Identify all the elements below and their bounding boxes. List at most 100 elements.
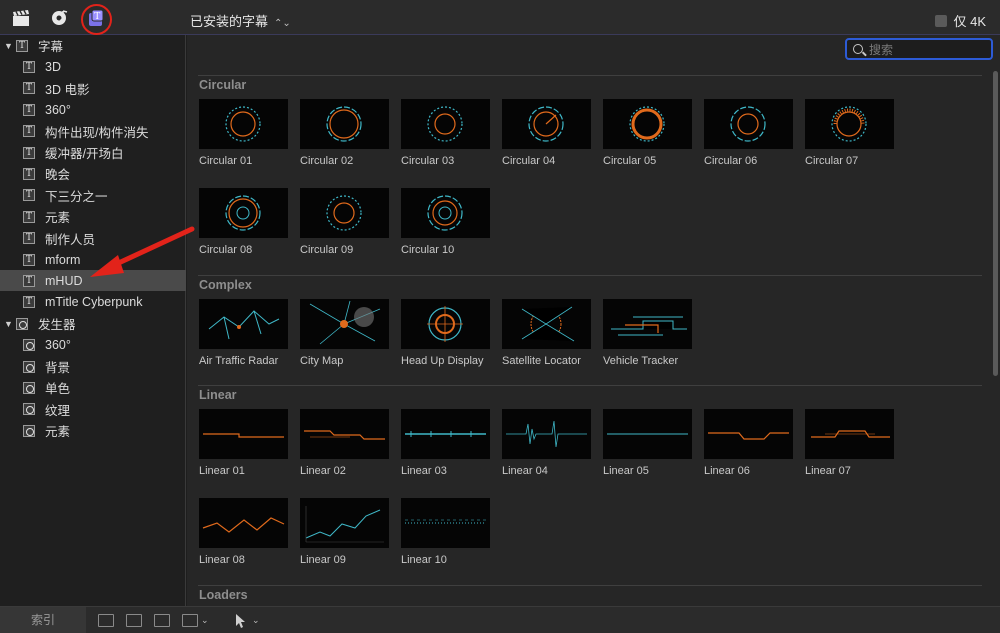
sidebar-item-label: 下三分之一 xyxy=(45,189,108,204)
sidebar-item-label: 元素 xyxy=(45,425,71,440)
title-tile[interactable]: Circular 02 xyxy=(300,99,390,167)
sidebar-item[interactable]: T 构件出现/构件消失 xyxy=(0,121,186,142)
library-select[interactable]: 已安装的字幕 ⌃⌄ xyxy=(190,11,291,30)
updown-chevron-icon: ⌃⌄ xyxy=(274,18,291,29)
only-4k-label: 仅 4K xyxy=(953,14,986,29)
tile-thumbnail[interactable] xyxy=(603,99,692,149)
search-field[interactable]: 搜索 xyxy=(845,38,993,60)
thumbnail-graphic xyxy=(427,306,463,342)
tile-thumbnail[interactable] xyxy=(199,498,288,548)
title-tile[interactable]: Linear 08 xyxy=(199,498,289,566)
sidebar-group-titles[interactable]: ▼ T 字幕 xyxy=(0,35,186,56)
tile-thumbnail[interactable] xyxy=(199,409,288,459)
tile-label: Linear 05 xyxy=(603,465,649,477)
disclosure-triangle-icon[interactable]: ▼ xyxy=(4,319,14,329)
vertical-scrollbar[interactable] xyxy=(990,65,1000,606)
tile-thumbnail[interactable] xyxy=(199,188,288,238)
select-tool-icon[interactable] xyxy=(234,613,246,629)
tile-thumbnail[interactable] xyxy=(704,99,793,149)
chevron-down-icon[interactable]: ⌄ xyxy=(201,615,209,626)
thumbnail-graphic xyxy=(831,106,867,142)
scrollbar-thumb[interactable] xyxy=(993,71,998,376)
tile-thumbnail[interactable] xyxy=(502,99,591,149)
tile-thumbnail[interactable] xyxy=(300,99,389,149)
title-tile[interactable]: Linear 10 xyxy=(401,498,491,566)
title-tile[interactable]: Circular 09 xyxy=(300,188,390,256)
sidebar-item[interactable]: T 晚会 xyxy=(0,163,186,184)
tile-label: Linear 09 xyxy=(300,554,346,566)
tile-thumbnail[interactable] xyxy=(805,409,894,459)
generator-icon xyxy=(23,360,35,373)
sidebar-item[interactable]: 360° xyxy=(0,335,186,356)
tile-thumbnail[interactable] xyxy=(502,409,591,459)
chevron-down-icon[interactable]: ⌄ xyxy=(252,615,260,626)
sidebar-item[interactable]: T 下三分之一 xyxy=(0,185,186,206)
title-tile[interactable]: Circular 05 xyxy=(603,99,693,167)
sidebar-item[interactable]: T 3D xyxy=(0,56,186,77)
tile-thumbnail[interactable] xyxy=(199,99,288,149)
sidebar-group-generators[interactable]: ▼ 发生器 xyxy=(0,313,186,334)
sidebar-item[interactable]: 单色 xyxy=(0,377,186,398)
title-tile[interactable]: City Map xyxy=(300,299,390,367)
library-select-label: 已安装的字幕 xyxy=(190,14,269,29)
tile-thumbnail[interactable] xyxy=(300,299,389,349)
tile-thumbnail[interactable] xyxy=(603,299,692,349)
tile-thumbnail[interactable] xyxy=(199,299,288,349)
tile-thumbnail[interactable] xyxy=(300,409,389,459)
thumbnail-graphic xyxy=(528,106,564,142)
sidebar-item[interactable]: TmTitle Cyberpunk xyxy=(0,292,186,313)
overwrite-clip-icon[interactable] xyxy=(182,614,198,627)
title-tile[interactable]: Air Traffic Radar xyxy=(199,299,289,367)
title-tile[interactable]: Circular 04 xyxy=(502,99,592,167)
title-tile[interactable]: Linear 03 xyxy=(401,409,491,477)
tile-thumbnail[interactable] xyxy=(401,299,490,349)
tile-thumbnail[interactable] xyxy=(502,299,591,349)
insert-clip-icon[interactable] xyxy=(126,614,142,627)
title-tile[interactable]: Linear 09 xyxy=(300,498,390,566)
tile-thumbnail[interactable] xyxy=(401,188,490,238)
clapper-icon[interactable] xyxy=(11,8,31,28)
title-tile[interactable]: Linear 02 xyxy=(300,409,390,477)
thumbnail-graphic xyxy=(202,517,285,533)
sidebar-item[interactable]: 纹理 xyxy=(0,399,186,420)
title-icon: T xyxy=(23,125,35,138)
sidebar-item[interactable]: 元素 xyxy=(0,420,186,441)
section-divider xyxy=(198,385,982,386)
title-tile[interactable]: Circular 08 xyxy=(199,188,289,256)
title-tile[interactable]: Linear 05 xyxy=(603,409,693,477)
title-tile[interactable]: Head Up Display xyxy=(401,299,491,367)
append-clip-icon[interactable] xyxy=(154,614,170,627)
tile-label: Air Traffic Radar xyxy=(199,355,279,367)
tile-thumbnail[interactable] xyxy=(603,409,692,459)
title-tile[interactable]: Circular 10 xyxy=(401,188,491,256)
sidebar-item[interactable]: T 3D 电影 xyxy=(0,78,186,99)
tile-thumbnail[interactable] xyxy=(805,99,894,149)
tile-thumbnail[interactable] xyxy=(401,99,490,149)
tile-thumbnail[interactable] xyxy=(401,498,490,548)
sidebar-group-label: 发生器 xyxy=(38,318,76,333)
title-tile[interactable]: Circular 03 xyxy=(401,99,491,167)
photo-music-icon[interactable] xyxy=(50,8,70,28)
tile-thumbnail[interactable] xyxy=(300,498,389,548)
tile-thumbnail[interactable] xyxy=(300,188,389,238)
only-4k-checkbox[interactable]: 仅 4K xyxy=(935,11,986,30)
disclosure-triangle-icon[interactable]: ▼ xyxy=(4,41,14,51)
sidebar-item[interactable]: 背景 xyxy=(0,356,186,377)
sidebar-item[interactable]: T 360° xyxy=(0,99,186,120)
title-tile[interactable]: Linear 01 xyxy=(199,409,289,477)
title-tile[interactable]: Linear 06 xyxy=(704,409,794,477)
title-tile[interactable]: Circular 07 xyxy=(805,99,895,167)
title-tile[interactable]: Linear 04 xyxy=(502,409,592,477)
title-tile[interactable]: Linear 07 xyxy=(805,409,895,477)
title-tile[interactable]: Vehicle Tracker xyxy=(603,299,693,367)
title-tile[interactable]: Circular 01 xyxy=(199,99,289,167)
connect-clip-icon[interactable] xyxy=(98,614,114,627)
title-tile[interactable]: Satellite Locator xyxy=(502,299,592,367)
sidebar-item-label: 纹理 xyxy=(45,403,71,418)
tile-thumbnail[interactable] xyxy=(401,409,490,459)
tile-thumbnail[interactable] xyxy=(704,409,793,459)
index-button[interactable]: 索引 xyxy=(0,607,86,633)
title-tile[interactable]: Circular 06 xyxy=(704,99,794,167)
sidebar-item[interactable]: T 缓冲器/开场白 xyxy=(0,142,186,163)
tile-label: Circular 08 xyxy=(199,244,253,256)
